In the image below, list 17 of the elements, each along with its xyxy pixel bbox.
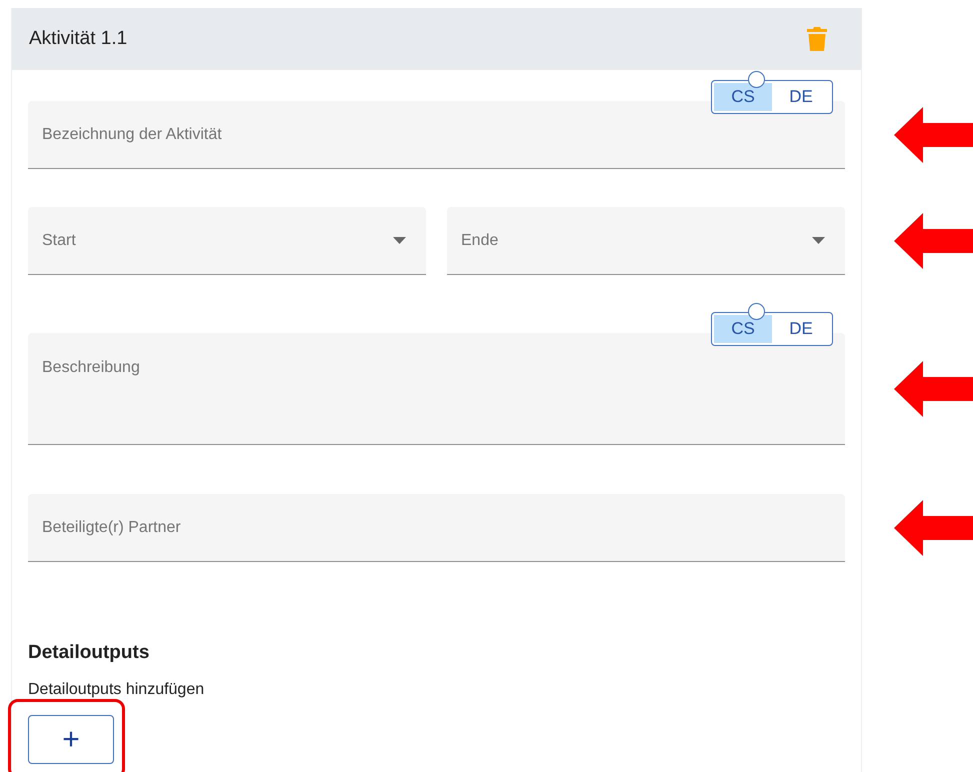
select-field[interactable]: Ende [447, 207, 845, 275]
dropdown-caret-icon [812, 237, 825, 244]
input-field[interactable]: Bezeichnung der Aktivität [28, 101, 845, 169]
add-button[interactable]: + [28, 715, 114, 764]
select-field[interactable]: Start [28, 207, 426, 275]
language-option[interactable]: CS [714, 83, 772, 111]
input-field[interactable]: Beteiligte(r) Partner [28, 494, 845, 562]
toggle-handle[interactable] [748, 71, 765, 88]
section-hint: Detailoutputs hinzufügen [28, 681, 206, 699]
section-title: Detailoutputs [28, 642, 150, 664]
language-toggle[interactable]: CS DE [711, 312, 833, 346]
language-option[interactable]: CS [714, 315, 772, 343]
dropdown-caret-icon [393, 237, 406, 244]
card-title: Aktivität 1.1 [29, 28, 128, 50]
toggle-handle[interactable] [748, 303, 765, 320]
language-toggle[interactable]: CS DE [711, 80, 833, 114]
input-field[interactable]: Beschreibung [28, 333, 845, 445]
